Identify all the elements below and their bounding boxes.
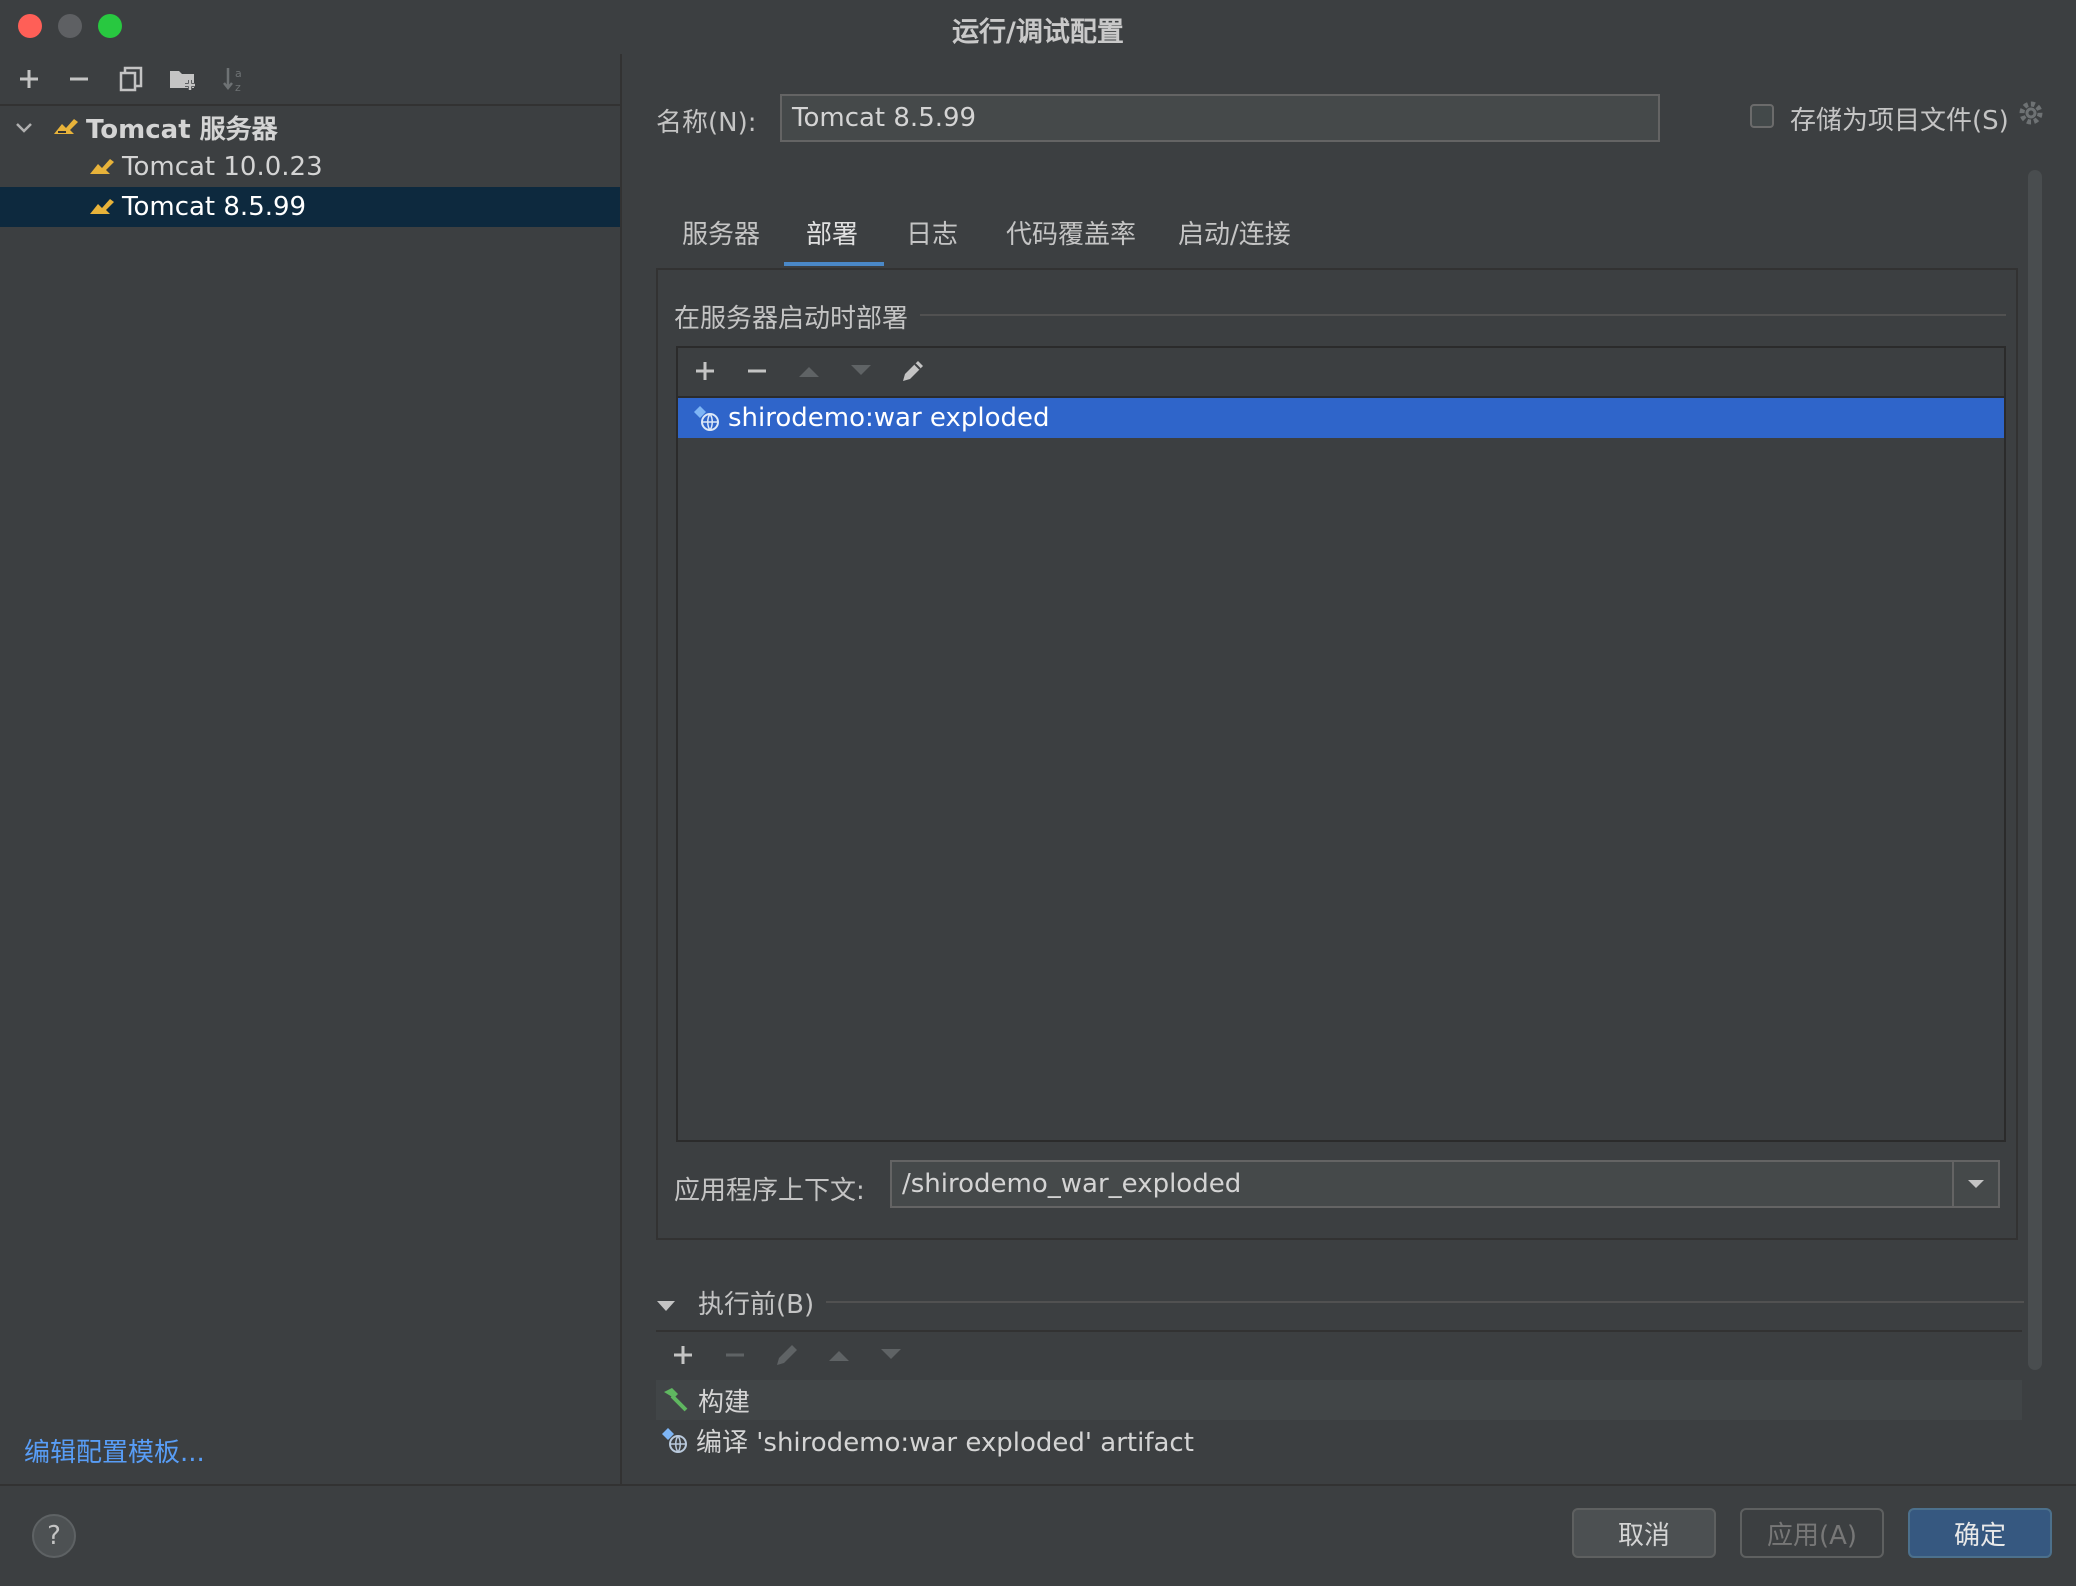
remove-icon[interactable] — [740, 354, 774, 388]
app-context-combobox[interactable]: /shirodemo_war_exploded — [890, 1160, 2000, 1208]
copy-icon[interactable] — [114, 62, 148, 96]
artifact-icon — [692, 404, 720, 432]
tab-code-coverage[interactable]: 代码覆盖率 — [1006, 214, 1136, 251]
active-tab-indicator — [784, 262, 884, 266]
name-field[interactable]: Tomcat 8.5.99 — [780, 94, 1660, 142]
deploy-list-toolbar — [678, 348, 2004, 398]
tab-deployment[interactable]: 部署 — [806, 214, 858, 251]
window-title: 运行/调试配置 — [952, 17, 1124, 48]
edit-pencil-icon[interactable] — [896, 354, 930, 388]
vertical-scrollbar[interactable] — [2028, 170, 2042, 1370]
app-context-label: 应用程序上下文: — [674, 1176, 865, 1206]
edit-pencil-icon[interactable] — [770, 1338, 804, 1372]
run-debug-config-window: 运行/调试配置 az Tomcat 服务器 Tomcat 10.0.23 Tom… — [0, 0, 2076, 1586]
name-label: 名称(N): — [656, 108, 757, 138]
hammer-icon — [660, 1386, 690, 1414]
add-icon[interactable] — [666, 1338, 700, 1372]
tomcat-icon — [52, 116, 80, 138]
chevron-down-icon[interactable] — [12, 115, 36, 140]
store-as-project-file-label: 存储为项目文件(S) — [1790, 106, 2009, 136]
tree-group-label: Tomcat 服务器 — [86, 114, 278, 145]
section-divider — [920, 314, 2006, 316]
remove-icon[interactable] — [62, 62, 96, 96]
move-down-icon[interactable] — [844, 354, 878, 388]
apply-button[interactable]: 应用(A) — [1740, 1508, 1884, 1558]
deployment-tab-panel: 在服务器启动时部署 shirodemo:war exploded 应用程序上下文… — [656, 268, 2018, 1240]
move-up-icon[interactable] — [792, 354, 826, 388]
tree-group-tomcat[interactable]: Tomcat 服务器 — [0, 107, 620, 147]
help-button[interactable]: ? — [32, 1514, 76, 1558]
before-launch-item[interactable]: 构建 — [656, 1380, 2022, 1420]
tab-logs[interactable]: 日志 — [906, 214, 958, 251]
tomcat-icon — [88, 196, 116, 218]
move-down-icon[interactable] — [874, 1338, 908, 1372]
move-up-icon[interactable] — [822, 1338, 856, 1372]
artifact-icon — [660, 1426, 688, 1454]
gear-icon[interactable] — [2016, 98, 2046, 135]
ok-button[interactable]: 确定 — [1908, 1508, 2052, 1558]
deploy-item-label: shirodemo:war exploded — [728, 403, 1050, 433]
tree-item-selected[interactable]: Tomcat 8.5.99 — [0, 187, 620, 227]
new-folder-icon[interactable] — [166, 62, 200, 96]
deploy-section-title: 在服务器启动时部署 — [674, 304, 909, 334]
section-divider — [826, 1301, 2024, 1303]
add-icon[interactable] — [688, 354, 722, 388]
config-tree-panel: az Tomcat 服务器 Tomcat 10.0.23 Tomcat 8.5.… — [0, 54, 622, 1484]
tree-item-label: Tomcat 10.0.23 — [122, 152, 323, 182]
before-launch-item-label: 编译 'shirodemo:war exploded' artifact — [696, 1427, 1194, 1458]
tomcat-icon — [88, 156, 116, 178]
before-launch-title: 执行前(B) — [698, 1290, 815, 1320]
cancel-button[interactable]: 取消 — [1572, 1508, 1716, 1558]
title-bar: 运行/调试配置 — [0, 0, 2076, 54]
deploy-list-item-selected[interactable]: shirodemo:war exploded — [678, 398, 2004, 438]
before-launch-toolbar — [656, 1330, 2022, 1382]
config-details-panel: 名称(N): Tomcat 8.5.99 存储为项目文件(S) 服务器 部署 日… — [622, 54, 2076, 1484]
svg-text:z: z — [235, 81, 241, 93]
before-launch-item[interactable]: 编译 'shirodemo:war exploded' artifact — [656, 1420, 2022, 1460]
before-launch-list: 构建 编译 'shirodemo:war exploded' artifact — [656, 1330, 2022, 1480]
tab-server[interactable]: 服务器 — [682, 214, 760, 251]
before-launch-item-label: 构建 — [698, 1387, 751, 1418]
tree-item[interactable]: Tomcat 10.0.23 — [0, 147, 620, 187]
tree-item-label: Tomcat 8.5.99 — [122, 192, 307, 222]
app-context-value: /shirodemo_war_exploded — [902, 1169, 1242, 1199]
dialog-button-bar: ? 取消 应用(A) 确定 — [0, 1484, 2076, 1586]
edit-templates-link[interactable]: 编辑配置模板... — [24, 1432, 205, 1469]
add-icon[interactable] — [12, 62, 46, 96]
tree-toolbar: az — [0, 54, 620, 106]
dropdown-arrow-icon[interactable] — [1952, 1162, 1998, 1206]
tab-startup-connection[interactable]: 启动/连接 — [1178, 214, 1291, 251]
remove-icon[interactable] — [718, 1338, 752, 1372]
svg-text:a: a — [235, 67, 242, 80]
deploy-list: shirodemo:war exploded — [676, 346, 2006, 1142]
store-as-project-file-checkbox[interactable] — [1750, 104, 1774, 128]
sort-icon[interactable]: az — [218, 62, 252, 96]
before-launch-toggle[interactable] — [656, 1290, 676, 1320]
